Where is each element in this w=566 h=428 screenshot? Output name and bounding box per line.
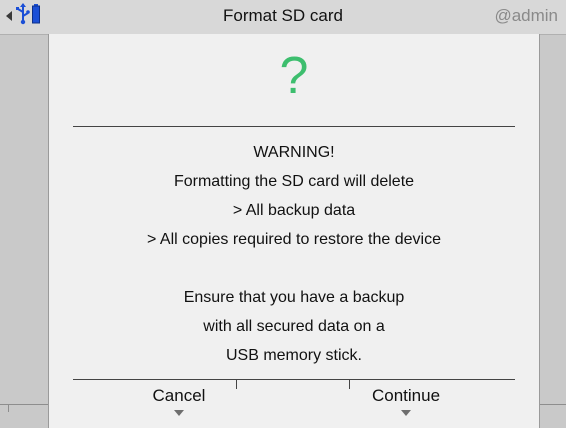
message-line: with all secured data on a xyxy=(203,318,385,335)
warning-heading: WARNING! xyxy=(253,144,335,161)
message-line: > All backup data xyxy=(232,202,356,219)
cancel-button[interactable]: Cancel xyxy=(104,386,254,416)
message-line: > All copies required to restore the dev… xyxy=(147,231,441,248)
cancel-button-label: Cancel xyxy=(152,386,206,405)
format-sd-dialog: ? WARNING! Formatting the SD card will d… xyxy=(48,34,540,428)
question-icon: ? xyxy=(279,47,309,105)
dialog-divider-bottom xyxy=(73,379,515,380)
chevron-down-icon xyxy=(401,410,411,416)
continue-button-label: Continue xyxy=(371,386,441,405)
background-divider-right xyxy=(538,404,566,405)
header-bar: Format SD card @admin xyxy=(0,0,566,35)
message-line: USB memory stick. xyxy=(225,347,362,364)
dialog-message: WARNING! Formatting the SD card will del… xyxy=(49,138,539,370)
page-title: Format SD card xyxy=(223,6,343,25)
background-tick xyxy=(8,404,9,412)
background-panel-left xyxy=(0,34,49,404)
continue-button[interactable]: Continue xyxy=(331,386,481,416)
chevron-down-icon xyxy=(174,410,184,416)
message-line: Formatting the SD card will delete xyxy=(173,173,415,190)
dialog-divider-top xyxy=(73,126,515,127)
user-label: @admin xyxy=(494,6,558,25)
message-line: Ensure that you have a backup xyxy=(183,289,405,306)
